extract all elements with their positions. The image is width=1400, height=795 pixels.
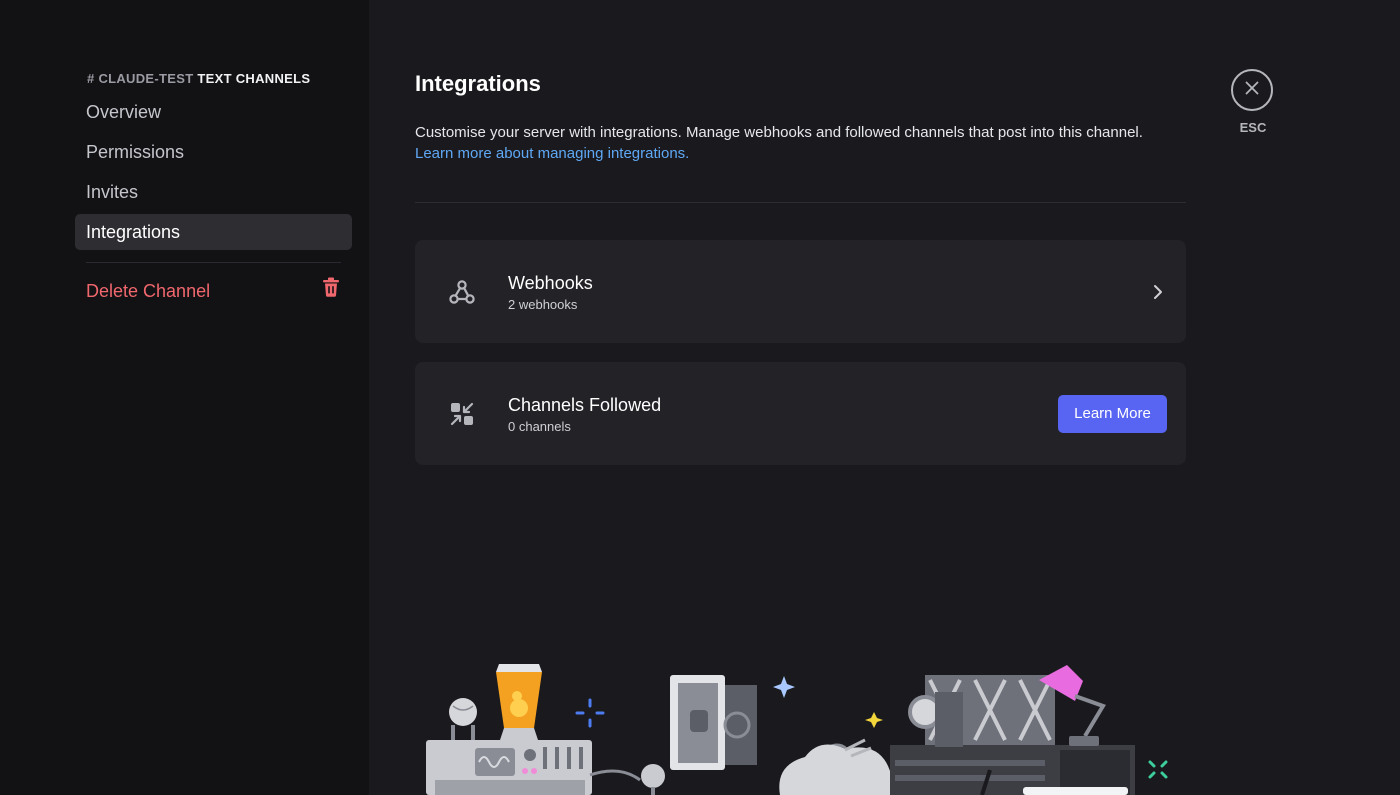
channels-followed-title: Channels Followed <box>508 395 662 415</box>
esc-label: ESC <box>1239 120 1267 135</box>
webhooks-count: 2 webhooks <box>508 297 578 312</box>
settings-sidebar: # CLAUDE-TEST TEXT CHANNELS Overview Per… <box>0 0 369 795</box>
webhooks-title: Webhooks <box>508 273 593 293</box>
learn-more-integrations-link[interactable]: Learn more about managing integrations. <box>415 143 1186 164</box>
sidebar-header-category: TEXT CHANNELS <box>197 71 311 86</box>
channels-followed-count: 0 channels <box>508 419 571 434</box>
sidebar-nav: # CLAUDE-TEST TEXT CHANNELS Overview Per… <box>75 70 352 309</box>
close-icon <box>1244 80 1260 101</box>
webhooks-card[interactable]: Webhooks 2 webhooks <box>415 240 1186 343</box>
sidebar-item-invites[interactable]: Invites <box>75 174 352 210</box>
channels-followed-card-text: Channels Followed 0 channels <box>508 393 1058 434</box>
channels-followed-card: Channels Followed 0 channels Learn More <box>415 362 1186 465</box>
delete-channel-button[interactable]: Delete Channel <box>75 273 352 309</box>
decorative-illustration <box>415 650 1195 795</box>
page-title: Integrations <box>415 71 541 96</box>
close-button[interactable] <box>1231 69 1273 111</box>
description-text: Customise your server with integrations.… <box>415 124 1143 141</box>
sidebar-header: # CLAUDE-TEST TEXT CHANNELS <box>75 70 352 88</box>
learn-more-button[interactable]: Learn More <box>1058 394 1167 433</box>
chevron-right-icon[interactable] <box>1147 282 1167 302</box>
sidebar-item-permissions[interactable]: Permissions <box>75 134 352 170</box>
main-content: Integrations Customise your server with … <box>415 70 1186 465</box>
trash-icon <box>322 273 340 309</box>
close-settings[interactable]: ESC <box>1231 69 1275 135</box>
sidebar-header-channel: # CLAUDE-TEST <box>87 71 194 86</box>
sidebar-divider <box>86 262 341 263</box>
sidebar-item-integrations[interactable]: Integrations <box>75 214 352 250</box>
channels-followed-icon <box>445 397 479 431</box>
sidebar-item-overview[interactable]: Overview <box>75 94 352 130</box>
webhooks-card-text: Webhooks 2 webhooks <box>508 271 1147 312</box>
webhook-icon <box>445 275 479 309</box>
page-description: Customise your server with integrations.… <box>415 122 1186 164</box>
delete-channel-label: Delete Channel <box>86 281 211 301</box>
content-divider <box>415 202 1186 203</box>
